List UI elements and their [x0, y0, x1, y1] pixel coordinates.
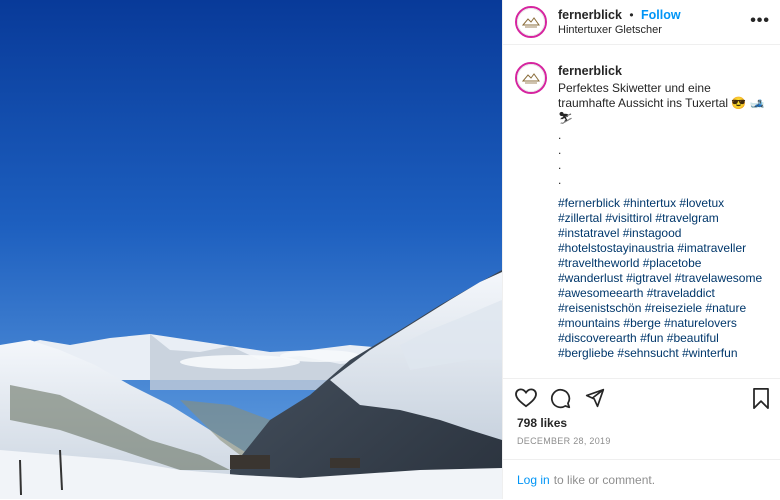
hashtag-link[interactable]: #instagood: [623, 226, 682, 240]
hotel-logo-icon: [517, 64, 545, 92]
hashtag-link[interactable]: #naturelovers: [664, 316, 737, 330]
hashtag-link[interactable]: #instatravel: [558, 226, 619, 240]
header-username[interactable]: fernerblick: [558, 8, 622, 22]
caption-avatar[interactable]: [515, 62, 547, 94]
hashtag-link[interactable]: #reiseziele: [645, 301, 702, 315]
hashtag-link[interactable]: #imatraveller: [677, 241, 746, 255]
instagram-post: fernerblick • Follow Hintertuxer Gletsch…: [0, 0, 780, 499]
post-date[interactable]: DECEMBER 28, 2019: [517, 436, 611, 446]
hashtag-link[interactable]: #winterfun: [682, 346, 737, 360]
caption-dot: .: [558, 173, 562, 187]
heart-icon[interactable]: [515, 388, 537, 413]
caption-text: fernerblick Perfektes Skiwetter und eine…: [558, 62, 766, 361]
hashtag-link[interactable]: #fun: [640, 331, 663, 345]
comment-bar: Log in to like or comment.: [503, 459, 780, 500]
hashtag-link[interactable]: #travelgram: [655, 211, 718, 225]
hashtag-link[interactable]: #hintertux: [623, 196, 676, 210]
caption-username[interactable]: fernerblick: [558, 64, 766, 79]
hashtag-link[interactable]: #igtravel: [626, 271, 671, 285]
mountain-photo: [0, 0, 502, 499]
comment-prompt: to like or comment.: [553, 473, 656, 487]
hotel-logo-icon: [517, 8, 545, 36]
hashtag-link[interactable]: #travelawesome: [675, 271, 762, 285]
caption-dot: .: [558, 128, 562, 142]
follow-button[interactable]: Follow: [641, 8, 681, 22]
more-options-icon[interactable]: •••: [750, 12, 770, 30]
hashtag-link[interactable]: #visittirol: [605, 211, 652, 225]
action-bar: [503, 378, 780, 417]
hashtag-link[interactable]: #bergliebe: [558, 346, 614, 360]
hashtag-link[interactable]: #beautiful: [667, 331, 719, 345]
hashtag-link[interactable]: #mountains: [558, 316, 620, 330]
hashtag-link[interactable]: #traveladdict: [647, 286, 715, 300]
hashtag-link[interactable]: #reisenistschön: [558, 301, 641, 315]
location-link[interactable]: Hintertuxer Gletscher: [558, 23, 681, 38]
like-count[interactable]: 798 likes: [517, 416, 567, 430]
share-icon[interactable]: [585, 388, 605, 413]
separator-dot: •: [629, 7, 634, 22]
post-header: fernerblick • Follow Hintertuxer Gletsch…: [503, 0, 780, 45]
caption-area: fernerblick Perfektes Skiwetter und eine…: [515, 62, 772, 374]
hashtag-link[interactable]: #lovetux: [679, 196, 724, 210]
post-photo[interactable]: [0, 0, 502, 499]
hashtag-link[interactable]: #discoverearth: [558, 331, 637, 345]
caption-message: Perfektes Skiwetter und eine traumhafte …: [558, 81, 765, 125]
caption-dot: .: [558, 158, 562, 172]
hashtag-link[interactable]: #wanderlust: [558, 271, 623, 285]
hashtag-link[interactable]: #nature: [705, 301, 746, 315]
hashtag-link[interactable]: #hotelstostayinaustria: [558, 241, 674, 255]
avatar[interactable]: [515, 6, 547, 38]
caption-dots: . . . .: [558, 128, 766, 188]
hashtag-link[interactable]: #placetobe: [643, 256, 702, 270]
hashtag-link[interactable]: #awesomeearth: [558, 286, 643, 300]
login-link[interactable]: Log in: [517, 473, 550, 487]
bookmark-icon[interactable]: [752, 388, 770, 414]
hashtag-link[interactable]: #zillertal: [558, 211, 602, 225]
hashtag-link[interactable]: #berge: [623, 316, 660, 330]
hashtag-link[interactable]: #traveltheworld: [558, 256, 639, 270]
caption-dot: .: [558, 143, 562, 157]
hashtag-link[interactable]: #fernerblick: [558, 196, 620, 210]
hashtag-list: #fernerblick #hintertux #lovetux #ziller…: [558, 196, 766, 361]
hashtag-link[interactable]: #sehnsucht: [617, 346, 678, 360]
post-side-panel: fernerblick • Follow Hintertuxer Gletsch…: [502, 0, 780, 499]
comment-icon[interactable]: [550, 388, 571, 414]
